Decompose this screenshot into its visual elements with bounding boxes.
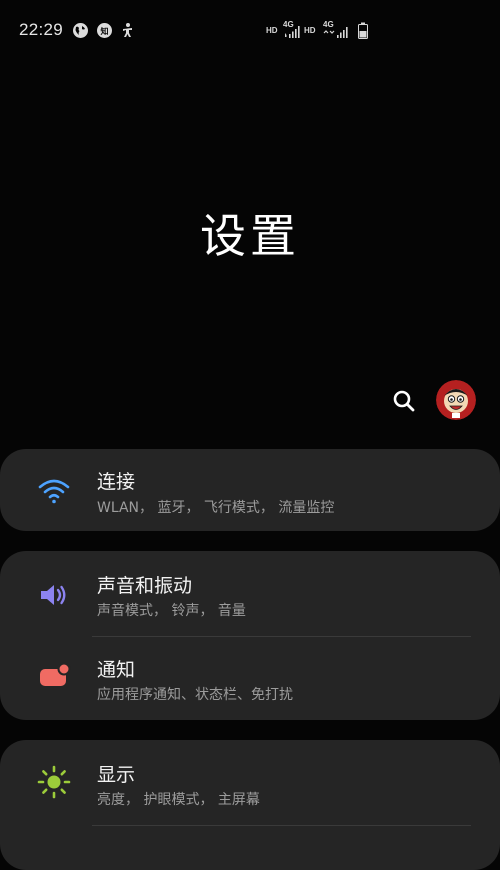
settings-item-connection[interactable]: 连接 WLAN， 蓝牙， 飞行模式， 流量监控 xyxy=(0,449,500,533)
svg-text:知: 知 xyxy=(101,26,109,36)
globe-icon xyxy=(72,22,89,43)
avatar[interactable] xyxy=(436,380,476,420)
zhihu-icon: 知 xyxy=(96,22,113,43)
settings-item-sound[interactable]: 声音和振动 声音模式， 铃声， 音量 xyxy=(0,551,500,635)
sound-notification-card: 声音和振动 声音模式， 铃声， 音量 通知 应用程序通知、状态栏、免打扰 xyxy=(0,551,500,720)
notification-icon xyxy=(40,662,71,686)
wifi-icon xyxy=(38,479,70,504)
hd-label-2: HD xyxy=(304,26,316,35)
hd-label-1: HD xyxy=(266,26,278,35)
status-time: 22:29 xyxy=(19,20,64,39)
settings-item-title: 显示 xyxy=(97,764,136,786)
volume-icon xyxy=(41,585,66,605)
settings-item-notifications[interactable]: 通知 应用程序通知、状态栏、免打扰 xyxy=(0,637,500,721)
settings-item-title: 连接 xyxy=(97,471,136,493)
settings-item-title: 声音和振动 xyxy=(97,575,193,597)
divider xyxy=(92,825,471,826)
brightness-icon xyxy=(37,765,71,799)
connection-card: 连接 WLAN， 蓝牙， 飞行模式， 流量监控 xyxy=(0,449,500,531)
settings-item-subtitle: 亮度， 护眼模式， 主屏幕 xyxy=(97,792,260,808)
settings-item-subtitle: WLAN， 蓝牙， 飞行模式， 流量监控 xyxy=(97,500,335,516)
settings-item-title: 通知 xyxy=(97,659,136,681)
accessibility-icon xyxy=(119,22,136,43)
signal-icon-2 xyxy=(323,24,351,43)
avatar-icon xyxy=(436,380,476,420)
battery-icon xyxy=(358,22,368,43)
settings-item-subtitle: 应用程序通知、状态栏、免打扰 xyxy=(97,687,293,703)
page-title: 设置 xyxy=(200,209,300,263)
signal-icon xyxy=(284,24,300,43)
search-button[interactable] xyxy=(390,387,418,415)
status-bar: 22:29 知 HD 4G HD 4G xyxy=(0,0,500,60)
search-icon xyxy=(393,390,415,412)
display-card: 显示 亮度， 护眼模式， 主屏幕 xyxy=(0,740,500,870)
settings-item-display[interactable]: 显示 亮度， 护眼模式， 主屏幕 xyxy=(0,740,500,824)
settings-item-subtitle: 声音模式， 铃声， 音量 xyxy=(97,603,246,619)
